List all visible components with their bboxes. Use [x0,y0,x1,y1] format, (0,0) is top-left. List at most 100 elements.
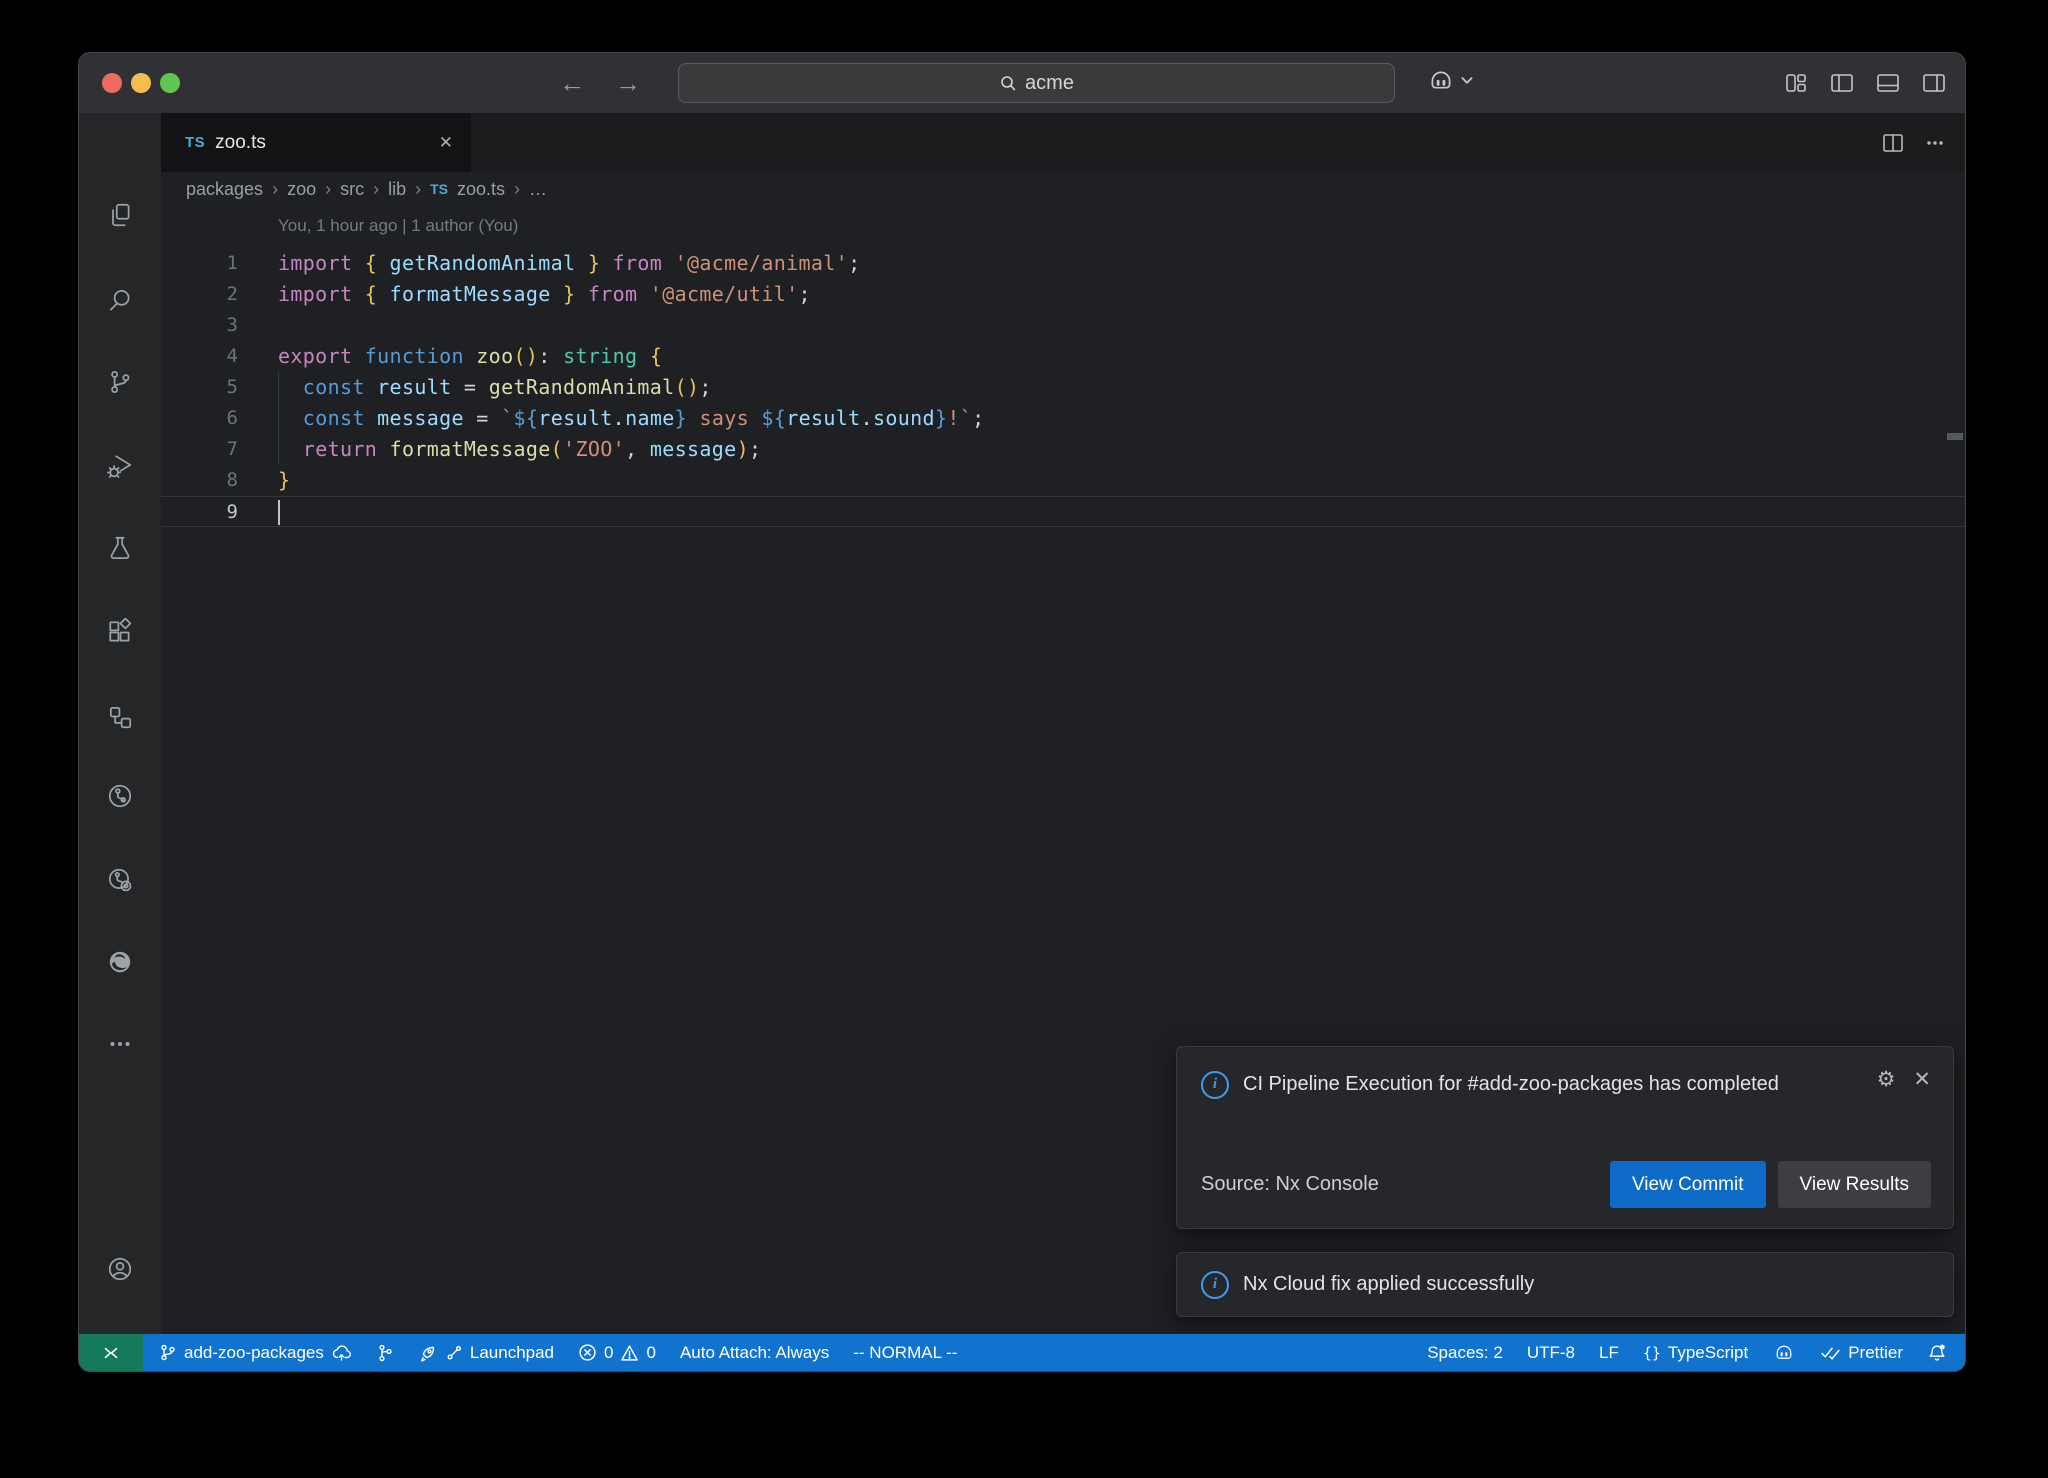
nx-cloud-icon[interactable] [106,866,134,894]
code-lines: 1import { getRandomAnimal } from '@acme/… [161,248,1965,527]
code-line[interactable]: 4export function zoo(): string { [161,341,1965,372]
chevron-down-icon [1461,77,1473,85]
code-text: const message = `${result.name} says ${r… [278,403,985,434]
line-number: 5 [161,372,238,403]
git-graph-icon [376,1343,394,1362]
traffic-lights [102,73,180,93]
indentation-status[interactable]: Spaces: 2 [1427,1343,1503,1363]
breadcrumb-item[interactable]: src [340,179,364,200]
notification-toast-ci-pipeline: i CI Pipeline Execution for #add-zoo-pac… [1176,1046,1954,1229]
search-icon [999,74,1017,92]
split-editor-icon[interactable] [1881,132,1905,154]
customize-layout-icon[interactable] [1783,71,1809,95]
auto-attach-status[interactable]: Auto Attach: Always [680,1343,829,1363]
more-views-icon[interactable] [106,1030,134,1058]
notification-message: Nx Cloud fix applied successfully [1243,1273,1534,1296]
breadcrumb-separator: › [373,179,379,200]
copilot-menu-button[interactable] [1427,67,1473,95]
code-text: const result = getRandomAnimal(); [278,372,712,403]
breadcrumb-separator: › [415,179,421,200]
vim-mode-status[interactable]: -- NORMAL -- [853,1343,957,1363]
code-line[interactable]: 7 return formatMessage('ZOO', message); [161,434,1965,465]
breadcrumb-separator: › [325,179,331,200]
breadcrumb-item[interactable]: zoo [287,179,316,200]
explorer-icon[interactable] [106,201,134,229]
toggle-panel-icon[interactable] [1875,71,1901,95]
editor-more-actions-icon[interactable] [1923,132,1947,154]
command-center-search[interactable]: acme [678,63,1395,103]
line-number: 6 [161,403,238,434]
breadcrumb-separator: › [272,179,278,200]
code-text: return formatMessage('ZOO', message); [278,434,761,465]
run-debug-icon[interactable] [106,452,134,480]
remote-indicator[interactable] [79,1334,143,1371]
bell-dot-icon [1927,1343,1947,1363]
remote-icon [101,1343,121,1363]
warning-icon [620,1343,639,1362]
source-control-icon[interactable] [106,368,134,396]
account-icon[interactable] [106,1255,134,1283]
info-icon: i [1201,1071,1229,1099]
activity-bar: ⚙ [79,113,161,1336]
formatter-status[interactable]: Prettier [1820,1343,1903,1363]
connect-icon [445,1344,463,1362]
testing-icon[interactable] [106,534,134,562]
line-number: 8 [161,465,238,496]
view-commit-button[interactable]: View Commit [1610,1161,1766,1208]
notification-settings-gear-icon[interactable]: ⚙ [1877,1067,1896,1092]
notification-message: CI Pipeline Execution for #add-zoo-packa… [1243,1069,1779,1099]
notification-close-icon[interactable]: ✕ [1913,1067,1931,1092]
edge-devtools-icon[interactable] [106,948,134,976]
copilot-icon [1772,1342,1796,1364]
breadcrumb-item[interactable]: … [529,179,547,200]
overview-ruler-marker [1947,433,1963,440]
code-line[interactable]: 6 const message = `${result.name} says $… [161,403,1965,434]
search-value: acme [1025,72,1074,95]
search-sidebar-icon[interactable] [106,286,134,314]
minimize-window-button[interactable] [131,73,151,93]
code-text: export function zoo(): string { [278,341,662,372]
error-icon [578,1343,597,1362]
code-line[interactable]: 3 [161,310,1965,341]
breadcrumb-item[interactable]: packages [186,179,263,200]
git-branch-status[interactable]: add-zoo-packages [159,1343,352,1363]
branch-name: add-zoo-packages [184,1343,324,1363]
notification-toast-nx-cloud: i Nx Cloud fix applied successfully [1176,1252,1954,1317]
code-text: } [278,465,290,496]
warning-count: 0 [646,1343,655,1363]
language-mode-status[interactable]: {} TypeScript [1643,1343,1748,1363]
notifications-bell[interactable] [1927,1343,1947,1363]
nx-launchpad-status[interactable]: Launchpad [418,1343,554,1363]
error-count: 0 [604,1343,613,1363]
breadcrumb-item[interactable]: lib [388,179,406,200]
line-number: 3 [161,310,238,341]
view-results-button[interactable]: View Results [1778,1161,1931,1208]
extensions-icon[interactable] [106,618,134,646]
code-line[interactable]: 8} [161,465,1965,496]
zoom-window-button[interactable] [160,73,180,93]
code-text: import { getRandomAnimal } from '@acme/a… [278,248,860,279]
nx-console-icon[interactable] [106,782,134,810]
code-line[interactable]: 2import { formatMessage } from '@acme/ut… [161,279,1965,310]
git-graph-status[interactable] [376,1343,394,1362]
forward-button[interactable]: → [615,68,641,99]
code-line[interactable]: 1import { getRandomAnimal } from '@acme/… [161,248,1965,279]
close-tab-icon[interactable]: ✕ [439,133,453,153]
close-window-button[interactable] [102,73,122,93]
tab-zoo-ts[interactable]: TS zoo.ts ✕ [161,113,471,172]
problems-status[interactable]: 0 0 [578,1343,656,1363]
encoding-status[interactable]: UTF-8 [1527,1343,1575,1363]
vscode-window: ← → acme [78,52,1966,1372]
code-line[interactable]: 9 [161,496,1965,527]
info-icon: i [1201,1271,1229,1299]
toggle-primary-sidebar-icon[interactable] [1829,71,1855,95]
breadcrumb: packages › zoo › src › lib › TS zoo.ts ›… [161,172,1966,206]
eol-status[interactable]: LF [1599,1343,1619,1363]
breadcrumb-item[interactable]: zoo.ts [457,179,505,200]
toggle-secondary-sidebar-icon[interactable] [1921,71,1947,95]
publish-cloud-icon [331,1344,352,1362]
code-line[interactable]: 5 const result = getRandomAnimal(); [161,372,1965,403]
back-button[interactable]: ← [559,68,585,99]
hierarchy-icon[interactable] [106,703,134,731]
copilot-status[interactable] [1772,1342,1796,1364]
